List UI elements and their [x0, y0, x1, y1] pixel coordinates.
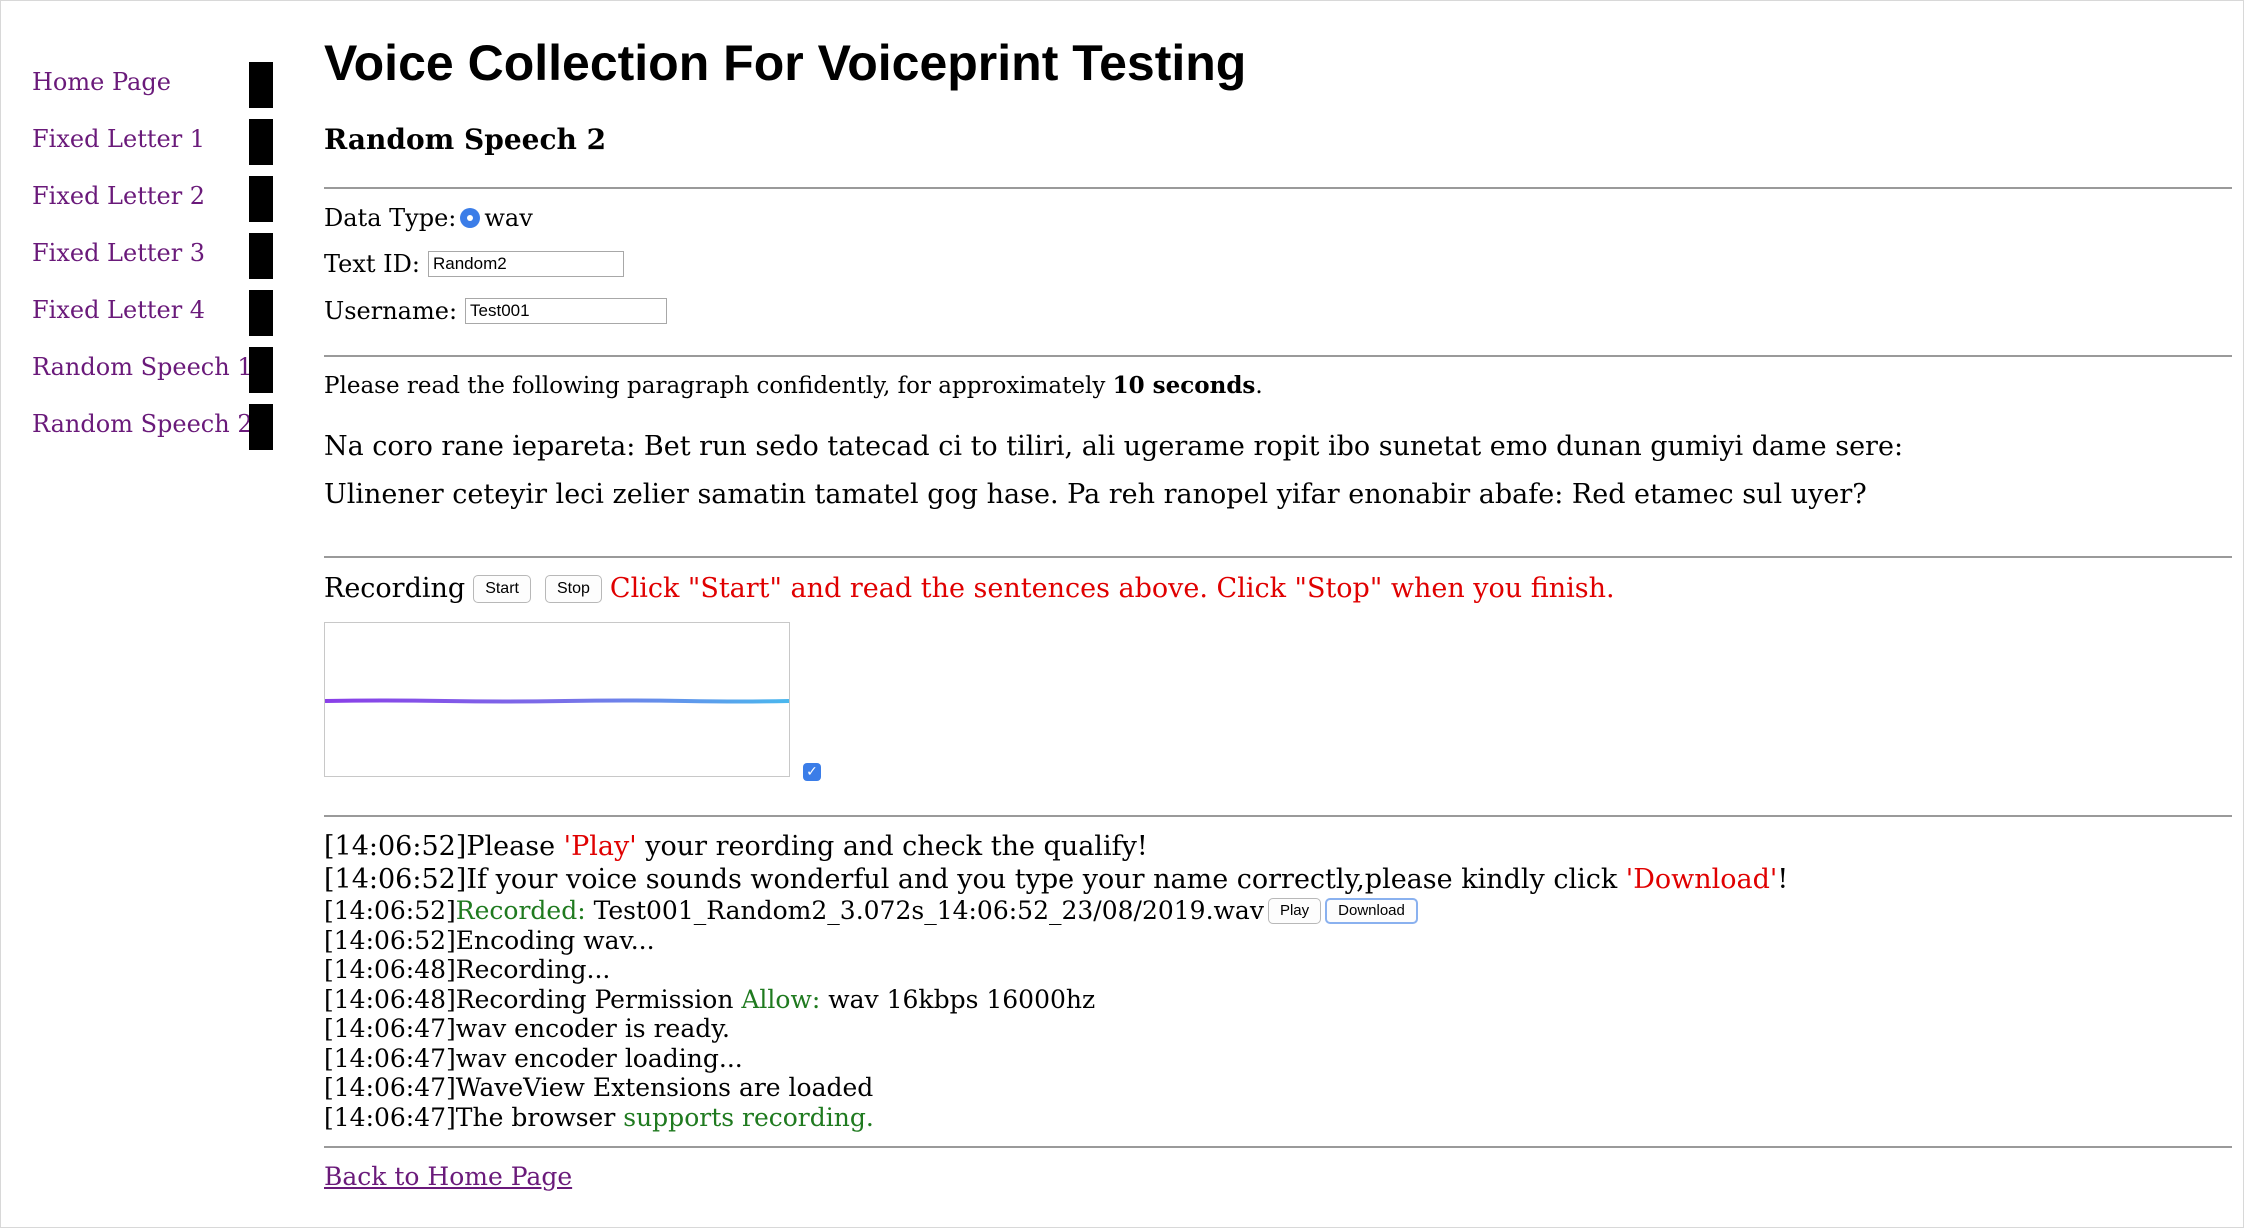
log-text: Please	[466, 831, 564, 862]
sidebar-item-fixed-letter-2: Fixed Letter 2	[32, 176, 277, 233]
divider	[324, 355, 2232, 357]
stop-button[interactable]: Stop	[544, 574, 602, 603]
sidebar-link-fixed-letter-2[interactable]: Fixed Letter 2	[32, 182, 205, 210]
log-timestamp: [14:06:47]	[324, 1073, 456, 1102]
log-line: [14:06:47] wav encoder loading...	[324, 1044, 2224, 1074]
sidebar-link-fixed-letter-1[interactable]: Fixed Letter 1	[32, 125, 205, 153]
log-line: [14:06:52] If your voice sounds wonderful…	[324, 863, 2224, 896]
log-status: Recorded:	[455, 896, 586, 925]
sidebar-item-fixed-letter-4: Fixed Letter 4	[32, 290, 277, 347]
log-line: [14:06:47] WaveView Extensions are loaded	[324, 1073, 2224, 1103]
sidebar-link-random-speech-1[interactable]: Random Speech 1	[32, 353, 253, 381]
download-button[interactable]: Download	[1325, 897, 1418, 924]
log-text: wav encoder loading...	[455, 1043, 743, 1073]
sidebar-item-fixed-letter-1: Fixed Letter 1	[32, 119, 277, 176]
sidebar-link-home-page[interactable]: Home Page	[32, 68, 171, 96]
username-input[interactable]	[465, 298, 668, 324]
text-id-label: Text ID:	[324, 250, 420, 278]
waveform-svg	[324, 698, 790, 704]
sidebar-marker	[249, 290, 273, 336]
recording-label: Recording	[324, 573, 466, 604]
start-button[interactable]: Start	[473, 574, 531, 603]
data-type-label: Data Type:	[324, 204, 457, 232]
instructions-prefix: Please read the following paragraph conf…	[324, 372, 1113, 399]
log-text: wav encoder is ready.	[455, 1014, 730, 1043]
sidebar-marker	[249, 404, 273, 450]
sidebar-item-fixed-letter-3: Fixed Letter 3	[32, 233, 277, 290]
divider	[324, 1146, 2232, 1148]
log-text: !	[1777, 864, 1789, 895]
paragraph-line-1: Na coro rane iepareta: Bet run sedo tate…	[324, 431, 1904, 462]
recording-hint: Click "Start" and read the sentences abo…	[609, 573, 1615, 604]
sidebar-item-random-speech-2: Random Speech 2	[32, 404, 277, 461]
log-timestamp: [14:06:52]	[324, 831, 467, 862]
log-text: WaveView Extensions are loaded	[455, 1073, 874, 1102]
sidebar-link-random-speech-2[interactable]: Random Speech 2	[32, 410, 253, 438]
log-line: [14:06:52] Please 'Play' your reording an…	[324, 830, 2224, 863]
text-id-input[interactable]	[427, 251, 624, 277]
recorded-filename: Test001_Random2_3.072s_14:06:52_23/08/20…	[585, 896, 1264, 925]
username-row: Username:	[324, 297, 668, 325]
log-timestamp: [14:06:52]	[324, 896, 456, 925]
text-id-row: Text ID:	[324, 250, 624, 278]
log-timestamp: [14:06:47]	[324, 1014, 456, 1043]
instructions-duration: 10 seconds	[1112, 372, 1256, 399]
data-type-radio[interactable]	[460, 208, 481, 228]
log-text: your reording and check the qualify!	[636, 831, 1148, 862]
sidebar-nav: Home Page Fixed Letter 1 Fixed Letter 2 …	[32, 62, 277, 461]
waveform-line	[324, 698, 790, 704]
divider	[324, 815, 2232, 817]
sidebar-link-fixed-letter-3[interactable]: Fixed Letter 3	[32, 239, 205, 267]
log-line: [14:06:52] Encoding wav...	[324, 926, 2224, 956]
log-line: [14:06:47] wav encoder is ready.	[324, 1014, 2224, 1044]
log-text: The browser	[455, 1102, 624, 1132]
log-timestamp: [14:06:47]	[324, 1043, 456, 1073]
log-status: supports recording.	[623, 1102, 874, 1132]
log-text: Recording Permission	[455, 984, 742, 1014]
username-label: Username:	[324, 297, 458, 325]
sidebar-item-random-speech-1: Random Speech 1	[32, 347, 277, 404]
log-timestamp: [14:06:48]	[324, 955, 456, 984]
log-timestamp: [14:06:52]	[324, 925, 456, 955]
page-title: Voice Collection For Voiceprint Testing	[324, 35, 1247, 91]
log-text: Recording...	[455, 955, 611, 984]
page-subtitle: Random Speech 2	[324, 123, 607, 156]
log-highlight: 'Download'	[1625, 864, 1778, 895]
recording-row: Recording Start Stop Click "Start" and r…	[324, 573, 1615, 604]
instructions-text: Please read the following paragraph conf…	[324, 372, 1263, 399]
paragraph-line-2: Ulinener ceteyir leci zelier samatin tam…	[324, 479, 1867, 510]
log-timestamp: [14:06:48]	[324, 984, 456, 1014]
log-line: [14:06:48] Recording Permission Allow: wa…	[324, 985, 2224, 1015]
log-timestamp: [14:06:52]	[324, 864, 467, 895]
sidebar-item-home-page: Home Page	[32, 62, 277, 119]
waveform-view	[324, 622, 790, 777]
sidebar-marker	[249, 347, 273, 393]
sidebar-marker	[249, 119, 273, 165]
log-line: [14:06:47] The browser supports recording…	[324, 1103, 2224, 1133]
data-type-value: wav	[484, 204, 533, 232]
play-button[interactable]: Play	[1267, 897, 1322, 924]
log-text: Encoding wav...	[455, 925, 655, 955]
log-status: Allow:	[741, 984, 821, 1014]
log-text: If your voice sounds wonderful and you t…	[466, 864, 1626, 895]
log-timestamp: [14:06:47]	[324, 1102, 456, 1132]
log-text: wav 16kbps 16000hz	[820, 984, 1096, 1014]
instructions-suffix: .	[1255, 372, 1263, 399]
sidebar-marker	[249, 233, 273, 279]
sidebar-marker	[249, 62, 273, 108]
log-highlight: 'Play'	[563, 831, 637, 862]
data-type-row: Data Type: wav	[324, 204, 533, 232]
divider	[324, 556, 2232, 558]
sidebar-link-fixed-letter-4[interactable]: Fixed Letter 4	[32, 296, 205, 324]
divider	[324, 187, 2232, 189]
log-line: [14:06:48] Recording...	[324, 955, 2224, 985]
log-line: [14:06:52] Recorded: Test001_Random2_3.07…	[324, 896, 2224, 926]
back-to-home-link[interactable]: Back to Home Page	[324, 1162, 572, 1191]
sidebar-marker	[249, 176, 273, 222]
log-panel: [14:06:52] Please 'Play' your reording an…	[324, 830, 2224, 1132]
waveview-checkbox[interactable]: ✓	[803, 763, 821, 781]
